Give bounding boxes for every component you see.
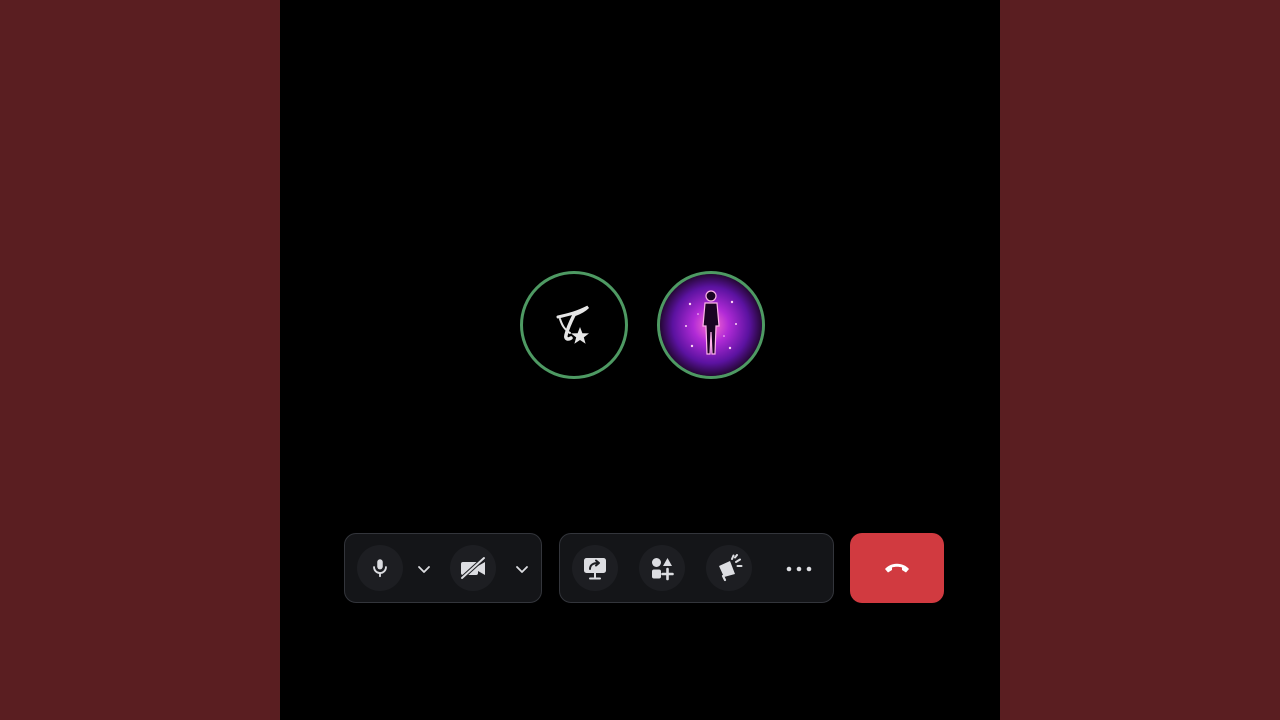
participant-avatar-2[interactable]: [657, 271, 765, 379]
microphone-options-button[interactable]: [413, 558, 435, 580]
soundboard-button[interactable]: [706, 545, 752, 591]
more-button[interactable]: [779, 549, 819, 589]
hang-up-icon: [885, 563, 909, 573]
soundboard-icon: [719, 554, 743, 582]
voice-video-controls: [344, 533, 542, 603]
disconnect-button[interactable]: [850, 533, 944, 603]
camera-button[interactable]: [450, 545, 496, 591]
calligraphy-star-logo-icon: [556, 305, 590, 344]
more-dots-icon: [786, 566, 812, 572]
call-stage: [280, 0, 1000, 720]
activities-button[interactable]: [639, 545, 685, 591]
chevron-down-icon: [516, 566, 528, 573]
camera-options-button[interactable]: [511, 558, 533, 580]
camera-off-icon: [460, 556, 486, 580]
screen-share-icon: [584, 558, 606, 580]
microphone-icon: [373, 559, 387, 578]
participant-avatar-1[interactable]: [520, 271, 628, 379]
microphone-button[interactable]: [357, 545, 403, 591]
call-actions-controls: [559, 533, 834, 603]
chevron-down-icon: [418, 566, 430, 573]
activities-icon: [652, 558, 674, 581]
glowing-human-figure-icon: [660, 274, 762, 376]
screen-share-button[interactable]: [572, 545, 618, 591]
